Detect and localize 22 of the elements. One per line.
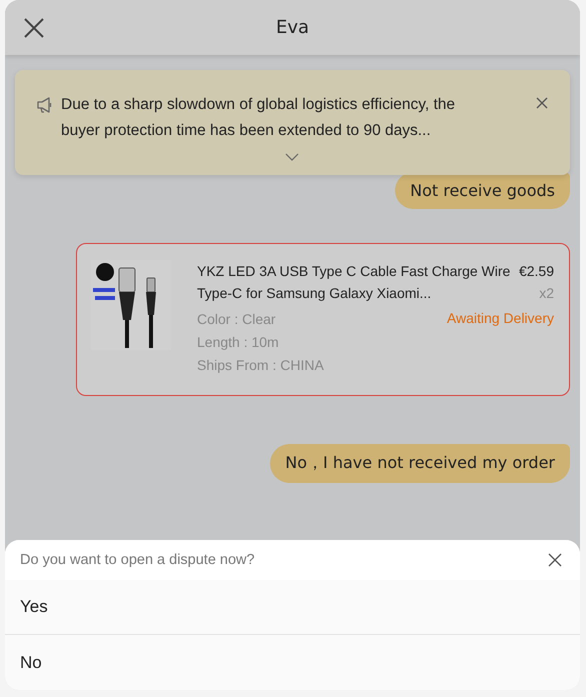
product-quantity: x2 [539,284,554,303]
message-bubble: Not receive goods [395,172,570,209]
close-button[interactable] [548,553,562,567]
close-button[interactable] [23,17,45,39]
product-attribute: Color : Clear [197,310,277,329]
notice-text: Due to a sharp slowdown of global logistics efficiency, the buyer protection time has been extended to 90 days... [61,95,456,141]
product-attribute: Length : 10m [197,333,280,352]
product-title: YKZ LED 3A USB Type C Cable Fast Charge Wire Type-C for Samsung Galaxy Xiaomi... [197,262,511,303]
close-icon [536,97,548,109]
close-button[interactable] [536,97,548,109]
product-attribute: Ships From : CHINA [197,356,324,375]
megaphone-icon [36,97,53,113]
close-icon [23,17,45,39]
chevron-icon [285,153,299,161]
chat-title: Eva [276,17,310,38]
order-status: Awaiting Delivery [446,310,554,326]
close-icon [548,553,562,567]
sheet-title: Do you want to open a dispute now? [20,552,255,568]
product-card[interactable]: YKZ LED 3A USB Type C Cable Fast Charge Wire Type-C for Samsung Galaxy Xiaomi... €2.59 x2 Color : Clear Length : 10m Ships From : CHINA Awaiting Delivery [76,243,570,396]
message-bubble: No，I have not received my order [270,444,570,483]
expand-button[interactable] [285,153,299,161]
product-price: €2.59 [518,262,554,281]
